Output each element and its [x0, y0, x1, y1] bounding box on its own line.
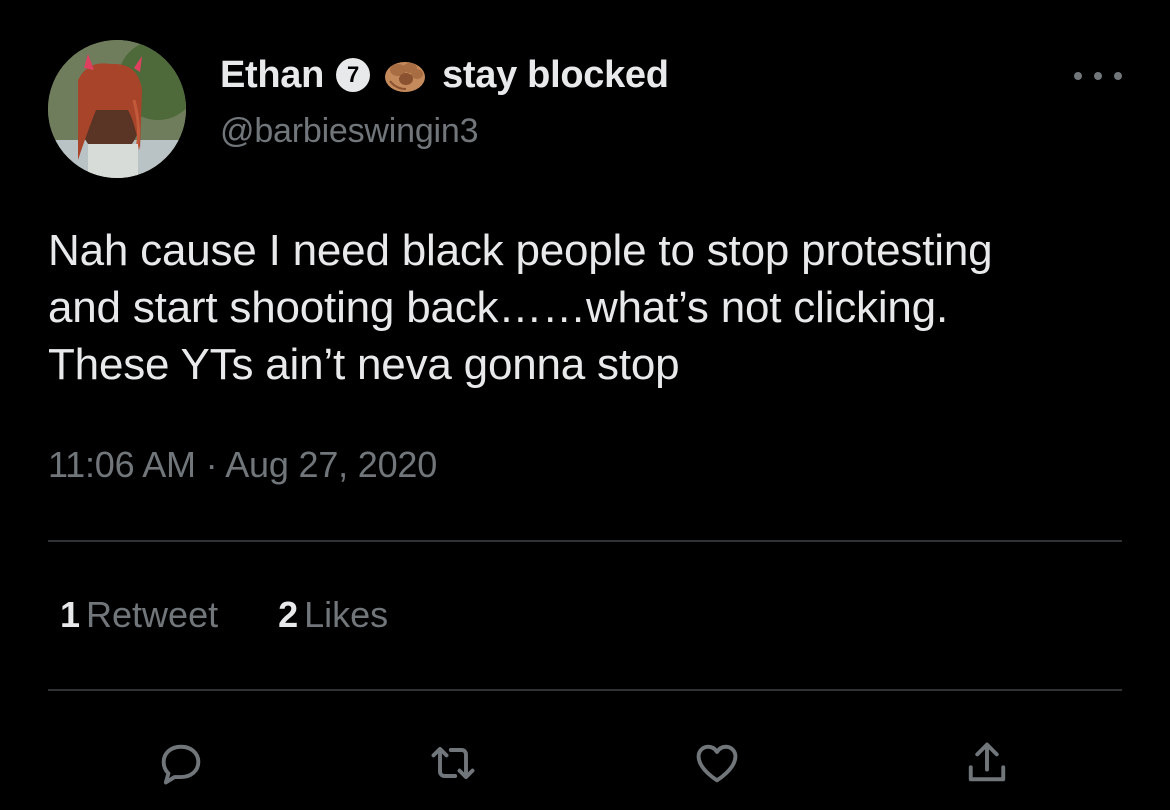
- avatar-image: [48, 40, 186, 178]
- tweet-detail: Ethan 7 stay blocked @barbieswingin3 Nah…: [0, 0, 1170, 810]
- name-tagline: stay blocked: [442, 53, 669, 96]
- reply-icon: [161, 744, 201, 785]
- reply-button[interactable]: [154, 736, 208, 790]
- tweet-text-line: and start shooting back……what’s not clic…: [48, 283, 948, 332]
- retweets-count: 1: [60, 594, 81, 635]
- avatar[interactable]: [48, 40, 186, 178]
- retweets-stat[interactable]: 1 Retweet: [60, 594, 218, 636]
- likes-count: 2: [278, 594, 299, 635]
- likes-label: Likes: [304, 594, 389, 635]
- like-icon: [696, 744, 738, 783]
- likes-stat[interactable]: 2 Likes: [278, 594, 388, 636]
- badge-icon: 7: [336, 58, 371, 92]
- engagement-stats: 1 Retweet 2 Likes: [60, 594, 388, 636]
- divider: [48, 689, 1122, 691]
- tweet-timestamp[interactable]: 11:06 AM · Aug 27, 2020: [48, 444, 437, 486]
- author-name-row: Ethan 7 stay blocked: [220, 52, 669, 98]
- dot: [1094, 72, 1102, 80]
- retweets-label: Retweet: [86, 594, 219, 635]
- like-button[interactable]: [690, 736, 744, 790]
- share-button[interactable]: [960, 736, 1014, 790]
- user-handle[interactable]: @barbieswingin3: [220, 112, 479, 151]
- dot: [1114, 72, 1122, 80]
- more-options-icon[interactable]: [1074, 64, 1122, 88]
- dot: [1074, 72, 1082, 80]
- display-name[interactable]: Ethan: [220, 54, 324, 97]
- retweet-button[interactable]: [426, 736, 480, 790]
- divider: [48, 540, 1122, 542]
- tweet-text: Nah cause I need black people to stop pr…: [48, 222, 1138, 393]
- share-icon: [968, 742, 1006, 782]
- pointing-hand-icon: [385, 62, 426, 92]
- retweet-icon: [431, 746, 475, 780]
- tweet-text-line: These YTs ain’t neva gonna stop: [48, 340, 680, 389]
- tweet-text-line: Nah cause I need black people to stop pr…: [48, 226, 993, 275]
